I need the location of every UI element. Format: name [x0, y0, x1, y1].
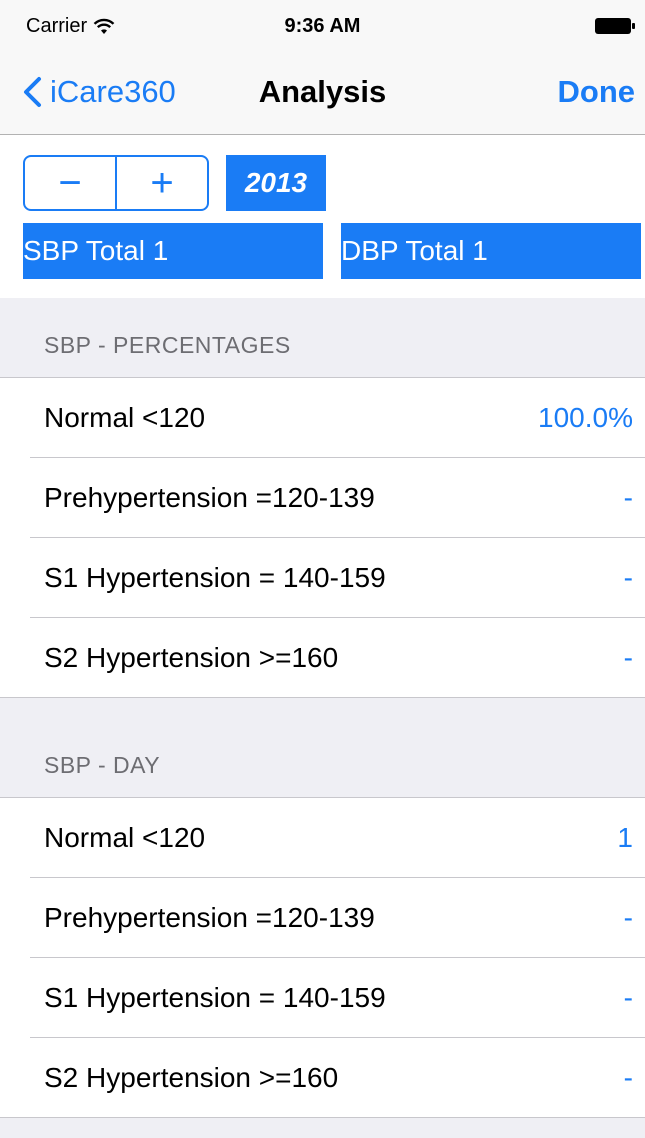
dbp-total-label: DBP Total 1 — [341, 223, 641, 279]
row-value: - — [623, 1062, 633, 1093]
table-row[interactable]: S1 Hypertension = 140-159 - — [0, 958, 645, 1038]
battery-icon — [595, 18, 635, 34]
row-label: Prehypertension =120-139 — [44, 482, 375, 513]
row-separator — [0, 1117, 645, 1118]
row-value: 1 — [617, 822, 633, 853]
section-header-sbp-day: SBP - DAY — [0, 698, 645, 798]
table-row[interactable]: Normal <120 1 — [0, 798, 645, 878]
table-row[interactable]: S1 Hypertension = 140-159 - — [0, 538, 645, 618]
table-row[interactable]: S2 Hypertension >=160 - — [0, 1038, 645, 1118]
row-value: 100.0% — [538, 402, 633, 433]
table-row[interactable]: S2 Hypertension >=160 - — [0, 618, 645, 698]
row-label: S2 Hypertension >=160 — [44, 642, 339, 673]
table-row[interactable]: Prehypertension =120-139 - — [0, 458, 645, 538]
done-button[interactable]: Done — [558, 72, 636, 112]
section-header-label: SBP - PERCENTAGES — [44, 332, 291, 358]
row-label: Prehypertension =120-139 — [44, 902, 375, 933]
row-label: S1 Hypertension = 140-159 — [44, 562, 386, 593]
increment-button[interactable]: + — [117, 157, 207, 209]
year-stepper: − + — [23, 155, 209, 211]
row-label: S1 Hypertension = 140-159 — [44, 982, 386, 1013]
section-header-sbp-percentages: SBP - PERCENTAGES — [0, 298, 645, 378]
sbp-total-label: SBP Total 1 — [23, 223, 323, 279]
page-title: Analysis — [258, 74, 387, 109]
decrement-button[interactable]: − — [25, 157, 115, 209]
row-value: - — [623, 982, 633, 1013]
table-row[interactable]: Prehypertension =120-139 - — [0, 878, 645, 958]
row-value: - — [623, 482, 633, 513]
year-badge: 2013 — [226, 155, 326, 211]
row-value: - — [623, 562, 633, 593]
section-header-label: SBP - DAY — [44, 752, 161, 778]
row-label: Normal <120 — [44, 822, 206, 853]
row-value: - — [623, 902, 633, 933]
status-bar: Carrier 9:36 AM — [0, 0, 645, 40]
row-label: S2 Hypertension >=160 — [44, 1062, 339, 1093]
row-label: Normal <120 — [44, 402, 206, 433]
status-time: 9:36 AM — [284, 15, 361, 37]
row-value: - — [623, 642, 633, 673]
table-row[interactable]: Normal <120 100.0% — [0, 378, 645, 458]
controls-area: − + 2013 SBP Total 1 DBP Total 1 — [0, 135, 645, 298]
navigation-bar: iCare360 Analysis Done — [0, 40, 645, 135]
